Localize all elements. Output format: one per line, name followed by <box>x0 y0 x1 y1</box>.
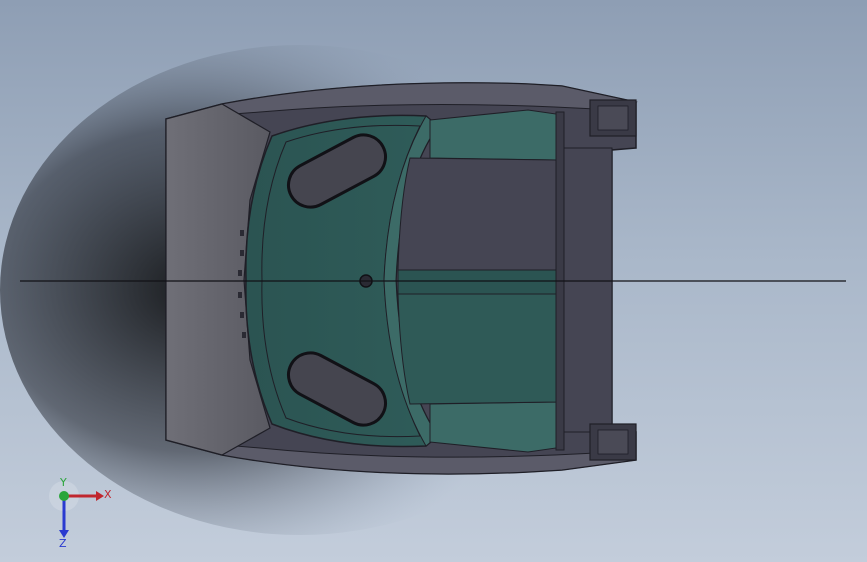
upper-pontoon-inner <box>597 105 629 131</box>
triad-x-label: X <box>104 488 112 501</box>
triad-y-label: Y <box>59 478 67 489</box>
axis-triad-icon: X Y Z <box>49 478 112 548</box>
model-view[interactable] <box>0 0 867 562</box>
bow-face <box>563 147 613 433</box>
triad-z-label: Z <box>59 537 67 548</box>
graphics-viewport[interactable]: X Y Z <box>0 0 867 562</box>
upper-cabin[interactable] <box>397 157 557 271</box>
lower-pontoon-inner <box>597 429 629 455</box>
center-gap <box>397 269 557 295</box>
lower-cabin[interactable] <box>397 293 557 405</box>
